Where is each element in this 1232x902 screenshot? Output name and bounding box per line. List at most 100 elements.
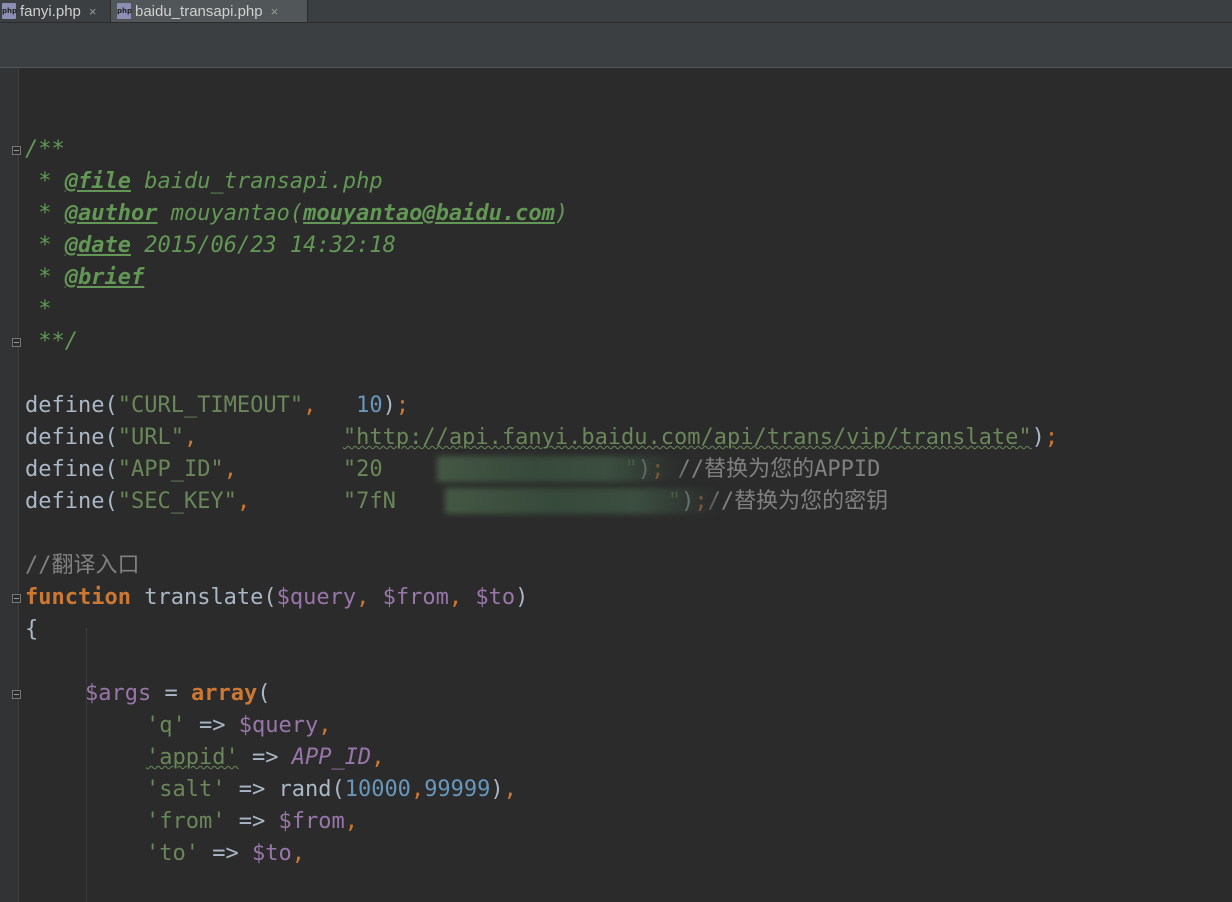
close-icon[interactable]: × (89, 4, 97, 19)
doc-tag-brief: @brief (64, 265, 145, 290)
paren: ) (490, 777, 504, 802)
code-line: { (25, 614, 38, 646)
doc-tag-author: @author (64, 201, 158, 226)
param: $from (382, 585, 449, 610)
comma: , (183, 425, 198, 450)
editor-toolbar-strip (0, 23, 1232, 68)
doc-star: * (25, 169, 65, 194)
define-call: define( (25, 393, 118, 418)
tab-label: fanyi.php (20, 2, 81, 20)
code-line: * @brief (25, 262, 144, 294)
editor-tab-bar: fanyi.php × baidu_transapi.php × (0, 0, 1232, 23)
array-key: 'salt' (146, 777, 226, 802)
redaction-blur (437, 456, 682, 482)
doc-comment-open: /** (25, 137, 65, 162)
assign: = (151, 681, 191, 706)
arrow: => (198, 841, 252, 866)
doc-date-value: 2015/06/23 14:32:18 (130, 233, 396, 258)
close-icon[interactable]: × (271, 4, 279, 19)
arrow: => (238, 745, 292, 770)
define-seckey-value: "7fN (342, 489, 396, 514)
code-line: 'salt' => rand(10000,99999), (146, 774, 517, 806)
define-value: 10 (356, 393, 383, 418)
doc-star: * (25, 233, 65, 258)
param: $to (475, 585, 516, 610)
comma: , (291, 841, 305, 866)
doc-star: * (25, 297, 52, 322)
array-key: 'appid' (146, 745, 239, 770)
fold-marker-icon[interactable] (12, 338, 21, 347)
function-call: rand( (278, 777, 345, 802)
doc-comment-close: **/ (25, 329, 78, 354)
function-name: translate( (130, 585, 277, 610)
code-line: /** (25, 134, 65, 166)
fold-marker-icon[interactable] (12, 690, 21, 699)
comma: , (448, 585, 476, 610)
code-line: define("CURL_TIMEOUT", 10); (25, 390, 409, 422)
constant: APP_ID (291, 745, 372, 770)
array-key: 'to' (146, 841, 199, 866)
keyword-array: array (190, 681, 258, 706)
fold-marker-icon[interactable] (12, 594, 21, 603)
semicolon: ; (395, 393, 410, 418)
param: $query (276, 585, 357, 610)
code-line: //翻译入口 (25, 550, 140, 582)
comma: , (303, 393, 317, 418)
code-line: $args = array( (85, 678, 270, 710)
doc-author-email[interactable]: mouyantao@baidu.com (303, 201, 555, 226)
variable: $query (238, 713, 319, 738)
comma: , (503, 777, 517, 802)
padding (250, 489, 343, 514)
line-comment: //替换为您的密钥 (707, 489, 889, 514)
code-line: * @file baidu_transapi.php (25, 166, 383, 198)
doc-file-value: baidu_transapi.php (130, 169, 383, 194)
number: 99999 (424, 777, 491, 802)
code-line: define("URL", "http://api.fanyi.baidu.co… (25, 422, 1058, 454)
paren: ) (1031, 425, 1045, 450)
code-line: 'to' => $to, (146, 838, 305, 870)
variable: $from (278, 809, 345, 834)
doc-author-close: ) (554, 201, 569, 226)
comma: , (344, 809, 358, 834)
tab-baidu-transapi-php[interactable]: baidu_transapi.php × (110, 0, 308, 22)
define-key: "URL" (117, 425, 184, 450)
define-call: define( (25, 457, 118, 482)
arrow: => (225, 777, 279, 802)
comma: , (318, 713, 332, 738)
fold-marker-icon[interactable] (12, 146, 21, 155)
padding (316, 393, 356, 418)
arrow: => (185, 713, 239, 738)
doc-star: * (25, 265, 65, 290)
define-url-value: "http://api.fanyi.baidu.com/api/trans/vi… (342, 425, 1032, 450)
comma: , (356, 585, 383, 610)
semicolon: ; (1044, 425, 1059, 450)
paren: ) (382, 393, 396, 418)
define-key: "CURL_TIMEOUT" (117, 393, 304, 418)
paren: ( (257, 681, 271, 706)
define-call: define( (25, 489, 118, 514)
php-file-icon (117, 3, 131, 19)
define-appid-value: "20 (342, 457, 383, 482)
indent-guide (86, 628, 87, 902)
padding (197, 425, 343, 450)
comma: , (236, 489, 251, 514)
array-key: 'from' (146, 809, 226, 834)
padding (237, 457, 343, 482)
define-key: "SEC_KEY" (117, 489, 237, 514)
doc-author-value: mouyantao( (157, 201, 304, 226)
code-line: 'appid' => APP_ID, (146, 742, 384, 774)
keyword-function: function (25, 585, 131, 610)
doc-tag-file: @file (64, 169, 131, 194)
code-line: * (25, 294, 52, 326)
line-comment: //替换为您的APPID (664, 457, 881, 482)
code-line: * @author mouyantao(mouyantao@baidu.com) (25, 198, 568, 230)
code-line: 'q' => $query, (146, 710, 331, 742)
code-line: 'from' => $from, (146, 806, 358, 838)
tab-fanyi-php[interactable]: fanyi.php × (0, 0, 102, 22)
define-call: define( (25, 425, 118, 450)
line-comment: //翻译入口 (25, 553, 140, 578)
define-key: "APP_ID" (117, 457, 224, 482)
brace: { (25, 617, 39, 642)
array-key: 'q' (146, 713, 186, 738)
comma: , (371, 745, 385, 770)
